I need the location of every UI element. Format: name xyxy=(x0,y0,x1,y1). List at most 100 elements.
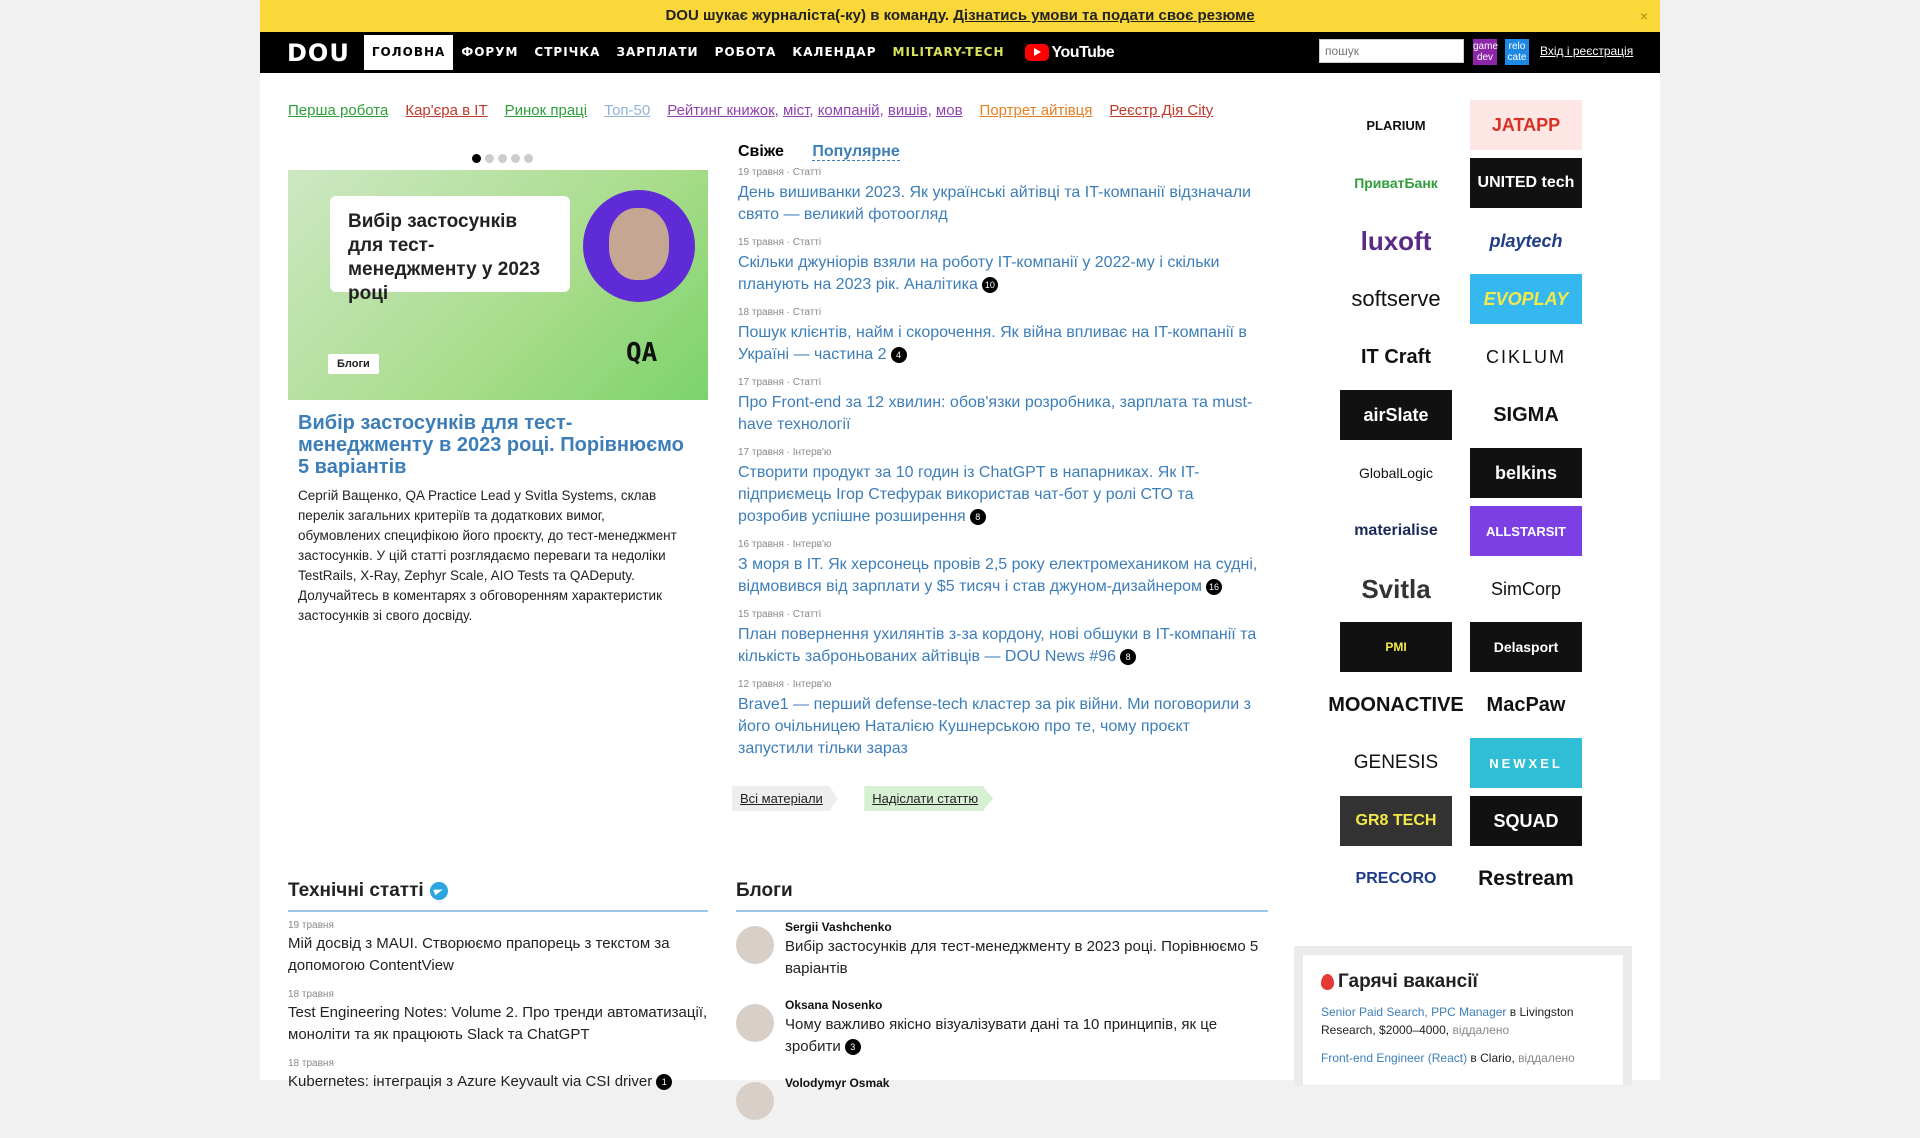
subnav-portrait[interactable]: Портрет айтівця xyxy=(980,102,1093,119)
company-logo-svitla[interactable]: Svitla xyxy=(1340,564,1452,614)
relocate-badge[interactable]: relo cate xyxy=(1505,39,1529,65)
subnav-languages[interactable]: мов xyxy=(936,102,963,119)
company-logo-macpaw[interactable]: MacPaw xyxy=(1470,680,1582,730)
nav-forum[interactable]: ФОРУМ xyxy=(453,35,526,70)
youtube-link[interactable]: YouTube xyxy=(1024,44,1115,62)
company-logo-simcorp[interactable]: SimCorp xyxy=(1470,564,1582,614)
company-logo-allstarsit[interactable]: ALLSTARSIT xyxy=(1470,506,1582,556)
company-logo-newxel[interactable]: NEWXEL xyxy=(1470,738,1582,788)
subnav-first-job[interactable]: Перша робота xyxy=(288,102,388,119)
job-item: Front-end Engineer (React) в Clario, від… xyxy=(1321,1051,1575,1065)
tech-title[interactable]: Test Engineering Notes: Volume 2. Про тр… xyxy=(288,1002,708,1046)
all-materials-button[interactable]: Всі матеріали xyxy=(732,786,838,811)
news-title[interactable]: З моря в IT. Як херсонець провів 2,5 рок… xyxy=(738,556,1257,595)
job-title[interactable]: Senior Paid Search, PPC Manager xyxy=(1321,1005,1506,1019)
nav-jobs[interactable]: РОБОТА xyxy=(707,35,785,70)
news-meta: 15 травня · Статті xyxy=(738,609,822,620)
company-logo-globallogic[interactable]: GlobalLogic xyxy=(1340,448,1452,498)
company-logo-moonactive[interactable]: MOONACTIVE xyxy=(1328,680,1464,730)
comment-count[interactable]: 8 xyxy=(969,508,986,525)
job-company[interactable]: Clario xyxy=(1480,1051,1511,1065)
company-logo-itcraft[interactable]: IT Craft xyxy=(1340,332,1452,382)
avatar[interactable] xyxy=(736,926,774,964)
subnav-career[interactable]: Кар'єра в IT xyxy=(405,102,487,119)
company-logo-united[interactable]: UNITED tech xyxy=(1470,158,1582,208)
company-logo-restream[interactable]: Restream xyxy=(1470,854,1582,904)
subnav-cities[interactable]: міст xyxy=(783,102,809,119)
company-logo-precoro[interactable]: PRECORO xyxy=(1340,854,1452,904)
subnav-book-rating[interactable]: Рейтинг книжок xyxy=(667,102,774,119)
news-title[interactable]: Пошук клієнтів, найм і скорочення. Як ві… xyxy=(738,324,1247,363)
company-logo-luxoft[interactable]: luxoft xyxy=(1340,216,1452,266)
tech-date: 19 травня xyxy=(288,920,334,931)
banner-text: DOU шукає журналіста(-ку) в команду. xyxy=(665,7,950,24)
company-logo-belkins[interactable]: belkins xyxy=(1470,448,1582,498)
company-logo-softserve[interactable]: softserve xyxy=(1340,274,1452,324)
company-logo-privatbank[interactable]: ПриватБанк xyxy=(1340,158,1452,208)
tech-title[interactable]: Мій досвід з MAUI. Створюємо прапорець з… xyxy=(288,933,708,977)
company-logo-evoplay[interactable]: EVOPLAY xyxy=(1470,274,1582,324)
dou-logo[interactable]: DOU xyxy=(287,39,350,67)
search-input[interactable] xyxy=(1319,39,1464,63)
subnav-universities[interactable]: вишів xyxy=(888,102,928,119)
news-title[interactable]: Brave1 — перший defense-tech кластер за … xyxy=(738,696,1251,757)
job-title[interactable]: Front-end Engineer (React) xyxy=(1321,1051,1467,1065)
subnav-labor-market[interactable]: Ринок праці xyxy=(505,102,587,119)
company-logo-delasport[interactable]: Delasport xyxy=(1470,622,1582,672)
banner-link[interactable]: Дізнатись умови та подати своє резюме xyxy=(953,7,1254,24)
news-item: 16 травня · Інтерв'ю З моря в IT. Як херс… xyxy=(738,539,1263,598)
avatar[interactable] xyxy=(736,1004,774,1042)
tech-title[interactable]: Kubernetes: інтеграція з Azure Keyvault … xyxy=(288,1073,652,1090)
featured-title[interactable]: Вибір застосунків для тест-менеджменту в… xyxy=(298,412,698,478)
carousel-dot[interactable] xyxy=(511,154,520,163)
login-link[interactable]: Вхід і реєстрація xyxy=(1540,44,1633,58)
subnav-top50[interactable]: Топ-50 xyxy=(604,102,650,119)
tab-fresh[interactable]: Свіже xyxy=(738,143,784,160)
nav-calendar[interactable]: КАЛЕНДАР xyxy=(784,35,884,70)
carousel-dot[interactable] xyxy=(524,154,533,163)
news-title[interactable]: Скільки джуніорів взяли на роботу IT-ком… xyxy=(738,254,1220,293)
nav-feed[interactable]: СТРІЧКА xyxy=(526,35,608,70)
nav-salaries[interactable]: ЗАРПЛАТИ xyxy=(608,35,706,70)
featured-image[interactable]: Вибір застосунків для тест-менеджменту у… xyxy=(288,170,708,400)
tab-popular[interactable]: Популярне xyxy=(812,143,900,161)
company-logo-gr8tech[interactable]: GR8 TECH xyxy=(1340,796,1452,846)
subnav-companies[interactable]: компаній xyxy=(818,102,880,119)
blog-title[interactable]: Вибір застосунків для тест-менеджменту в… xyxy=(785,936,1266,980)
blog-author[interactable]: Oksana Nosenko xyxy=(785,998,1266,1012)
company-logo-squad[interactable]: SQUAD xyxy=(1470,796,1582,846)
news-title[interactable]: Створити продукт за 10 годин із ChatGPT … xyxy=(738,464,1199,525)
company-logo-ciklum[interactable]: CIKLUM xyxy=(1470,332,1582,382)
news-title[interactable]: День вишиванки 2023. Як українські айтів… xyxy=(738,184,1251,223)
close-icon[interactable]: × xyxy=(1640,0,1648,32)
company-logo-sigma[interactable]: SIGMA xyxy=(1470,390,1582,440)
company-logo-materialise[interactable]: materialise xyxy=(1340,506,1452,556)
carousel-dot[interactable] xyxy=(472,154,481,163)
blog-author[interactable]: Sergii Vashchenko xyxy=(785,920,1266,934)
company-logo-genesis[interactable]: GENESIS xyxy=(1340,738,1452,788)
company-logo-jatapp[interactable]: JATAPP xyxy=(1470,100,1582,150)
comment-count[interactable]: 8 xyxy=(1120,648,1137,665)
news-title[interactable]: План повернення ухилянтів з-за кордону, … xyxy=(738,626,1256,665)
hot-jobs-label: Гарячі вакансії xyxy=(1338,971,1478,992)
nav-military-tech[interactable]: MILITARY-TECH xyxy=(885,35,1013,70)
comment-count[interactable]: 16 xyxy=(1206,578,1223,595)
telegram-icon[interactable] xyxy=(429,881,448,900)
gamedev-badge[interactable]: game dev xyxy=(1473,39,1498,65)
comment-count[interactable]: 4 xyxy=(890,346,907,363)
avatar[interactable] xyxy=(736,1082,774,1120)
carousel-dot[interactable] xyxy=(498,154,507,163)
company-logo-airslate[interactable]: airSlate xyxy=(1340,390,1452,440)
comment-count[interactable]: 1 xyxy=(656,1074,673,1091)
company-logo-playtech[interactable]: playtech xyxy=(1470,216,1582,266)
nav-home[interactable]: ГОЛОВНА xyxy=(363,35,454,70)
subnav-diia-city[interactable]: Реєстр Дія City xyxy=(1109,102,1213,119)
news-title[interactable]: Про Front-end за 12 хвилин: обов'язки ро… xyxy=(738,394,1252,433)
submit-article-button[interactable]: Надіслати статтю xyxy=(864,786,994,811)
company-logo-pmi[interactable]: PMI xyxy=(1340,622,1452,672)
company-logo-plarium[interactable]: PLARIUM xyxy=(1340,100,1452,150)
comment-count[interactable]: 10 xyxy=(981,276,998,293)
blog-author[interactable]: Volodymyr Osmak xyxy=(785,1076,889,1090)
comment-count[interactable]: 3 xyxy=(844,1039,861,1056)
carousel-dot[interactable] xyxy=(485,154,494,163)
